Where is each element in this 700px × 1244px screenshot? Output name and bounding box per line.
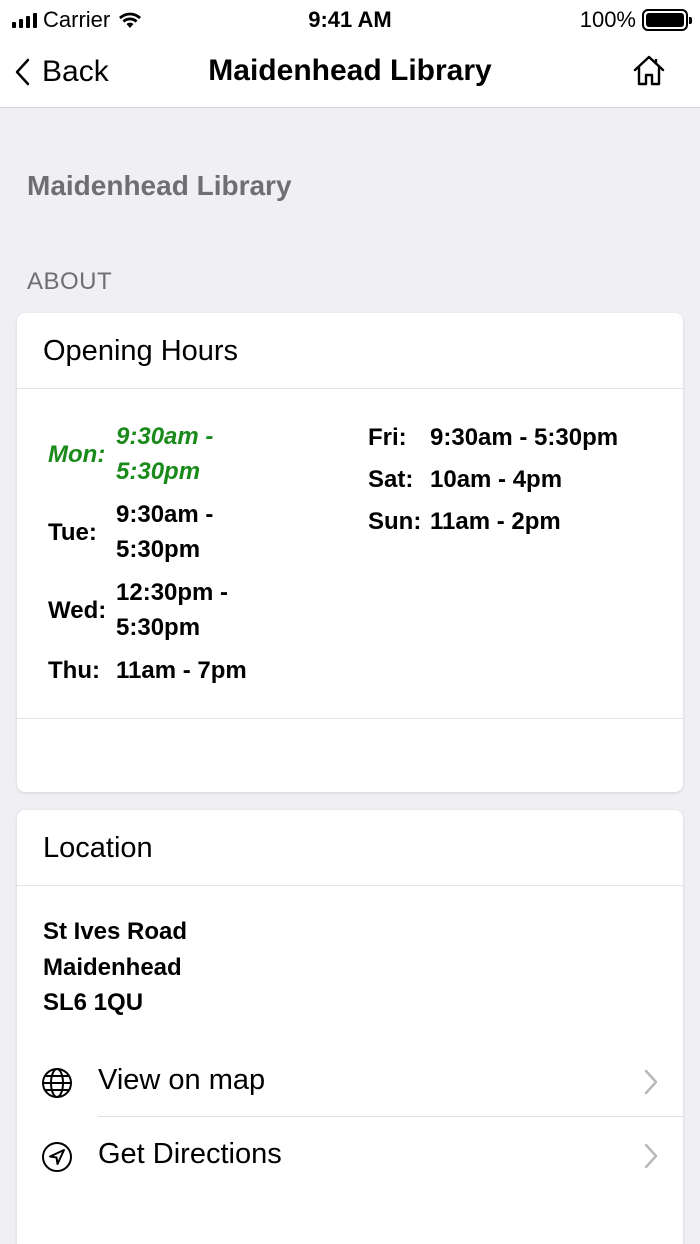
home-icon[interactable] xyxy=(632,54,666,88)
day-label: Sat: xyxy=(368,466,414,493)
opening-hours-card: Opening Hours Mon: 9:30am - 5:30pm Tue: … xyxy=(17,313,683,792)
address-line-town: Maidenhead xyxy=(43,953,182,981)
address-line-postcode: SL6 1QU xyxy=(43,989,144,1016)
hours-row-fri: Fri: 9:30am - 5:30pm xyxy=(368,420,670,455)
time-range: 10am - 4pm xyxy=(430,466,563,493)
hours-row-thu: Thu: 11am - 7pm xyxy=(48,653,356,688)
nav-title: Maidenhead Library xyxy=(208,54,492,87)
address: St Ives Road Maidenhead SL6 1QU xyxy=(43,914,187,1021)
time-range: 11am - 7pm xyxy=(116,657,247,684)
hours-row-tue: Tue: 9:30am - 5:30pm xyxy=(48,497,276,567)
day-label: Sun: xyxy=(368,508,422,535)
address-line-street: St Ives Road xyxy=(43,918,188,945)
location-title: Location xyxy=(17,810,683,886)
time-range: 9:30am - 5:30pm xyxy=(116,423,214,485)
view-on-map-row[interactable]: View on map xyxy=(17,1044,683,1118)
get-directions-row[interactable]: Get Directions xyxy=(17,1118,683,1192)
day-label: Thu: xyxy=(48,657,100,684)
status-right: 100% xyxy=(579,7,692,33)
day-label: Tue: xyxy=(48,518,97,546)
battery-percent: 100% xyxy=(579,7,636,32)
chevron-right-icon xyxy=(644,1069,658,1095)
time-range: 9:30am - 5:30pm xyxy=(430,424,619,451)
time-range: 12:30pm - 5:30pm xyxy=(116,579,229,641)
time-range: 11am - 2pm xyxy=(430,508,561,535)
view-on-map-label: View on map xyxy=(98,1064,266,1096)
nav-bar: Back Maidenhead Library xyxy=(0,40,700,108)
chevron-right-icon xyxy=(644,1143,658,1169)
day-label: Wed: xyxy=(48,596,107,624)
day-label: Mon: xyxy=(48,440,106,468)
divider xyxy=(98,1116,683,1117)
hours-row-mon: Mon: 9:30am - 5:30pm xyxy=(48,419,276,489)
directions-icon xyxy=(42,1142,72,1172)
hours-grid: Mon: 9:30am - 5:30pm Tue: 9:30am - 5:30p… xyxy=(17,389,683,719)
section-header-about: ABOUT xyxy=(27,268,113,295)
battery-icon xyxy=(642,9,692,31)
status-bar: Carrier 9:41 AM 100% xyxy=(0,0,700,40)
globe-icon xyxy=(42,1068,72,1098)
location-card: Location St Ives Road Maidenhead SL6 1QU… xyxy=(17,810,683,1244)
hours-row-sun: Sun: 11am - 2pm xyxy=(368,504,670,539)
time-range: 9:30am - 5:30pm xyxy=(116,501,214,563)
page-heading: Maidenhead Library xyxy=(27,170,292,201)
hours-row-wed: Wed: 12:30pm - 5:30pm xyxy=(48,575,276,645)
hours-row-sat: Sat: 10am - 4pm xyxy=(368,462,670,497)
opening-hours-title: Opening Hours xyxy=(17,313,683,389)
day-label: Fri: xyxy=(368,424,407,451)
get-directions-label: Get Directions xyxy=(98,1138,282,1170)
